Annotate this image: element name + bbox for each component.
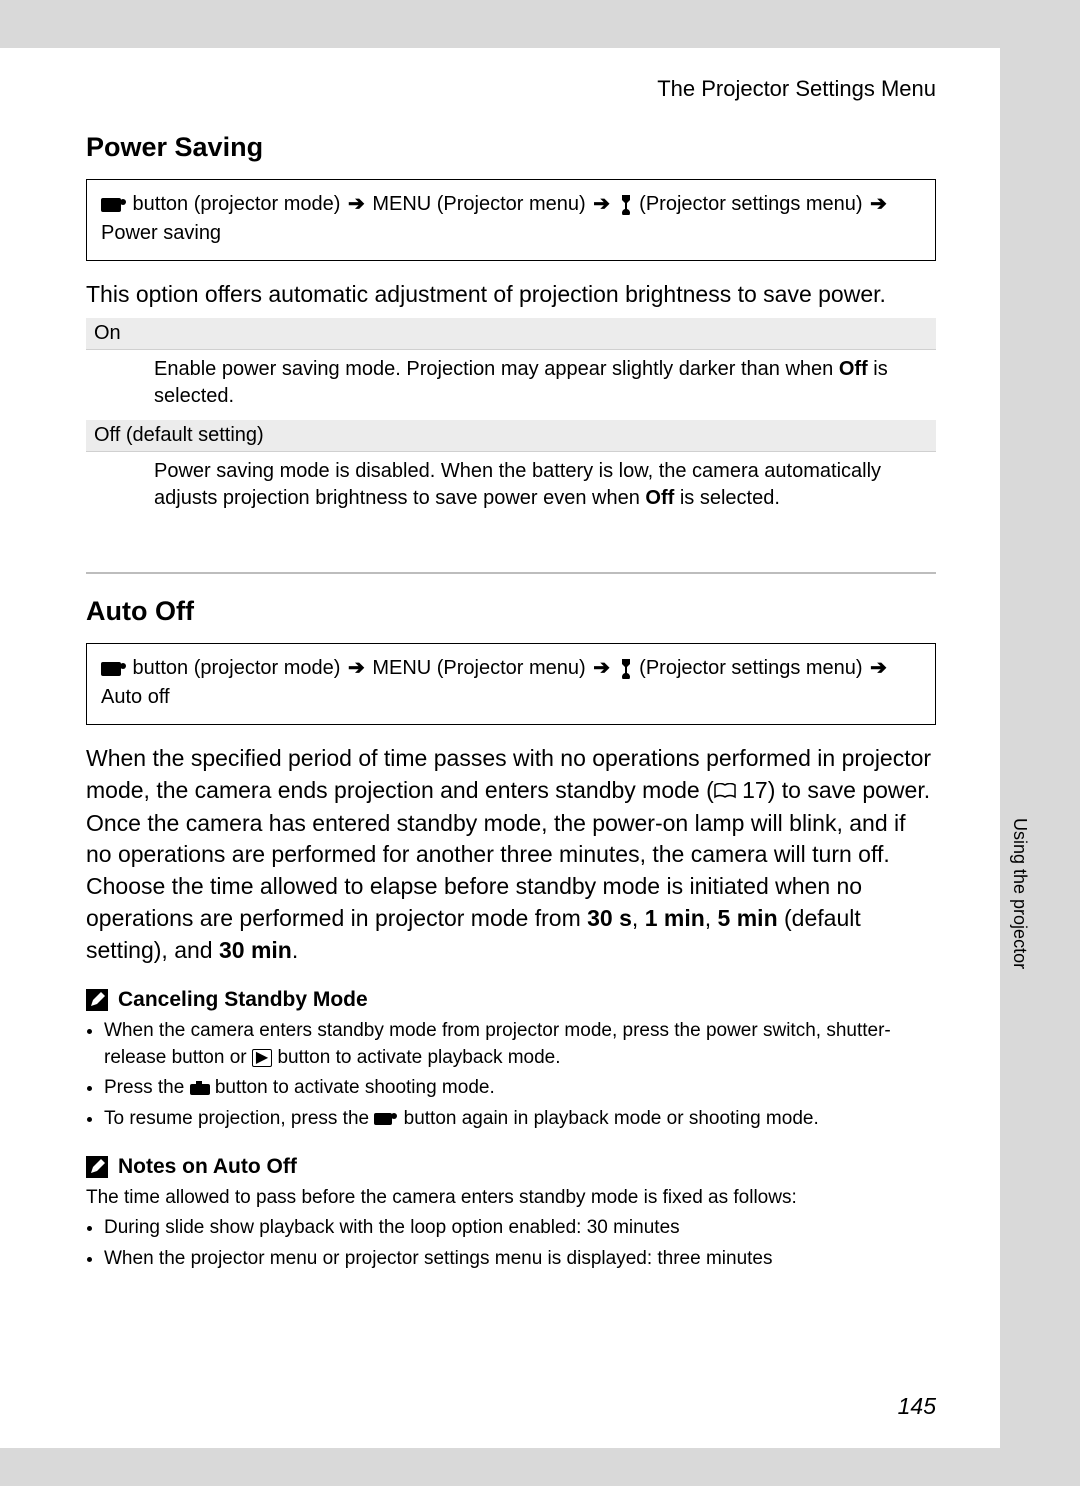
list-item: When the projector menu or projector set…: [104, 1246, 936, 1273]
camera-icon: [190, 1081, 210, 1095]
menu-label: MENU: [372, 657, 431, 679]
playback-button-icon: ▶: [252, 1049, 272, 1067]
option-desc: Power saving mode is disabled. When the …: [86, 452, 936, 523]
projector-button-icon: [101, 196, 127, 214]
list-item: When the camera enters standby mode from…: [104, 1018, 936, 1071]
list-item: During slide show playback with the loop…: [104, 1215, 936, 1242]
arrow-icon: ➔: [593, 190, 610, 219]
arrow-icon: ➔: [870, 654, 887, 683]
option-label: On: [86, 318, 936, 350]
list-item: Press the button to activate shooting mo…: [104, 1075, 936, 1102]
subheading-cancel-standby: Canceling Standby Mode: [86, 988, 936, 1012]
options-table: On Enable power saving mode. Projection …: [86, 318, 936, 522]
settings-wrench-icon: [618, 659, 634, 679]
section-side-label: Using the projector: [1009, 818, 1030, 969]
note-pencil-icon: [86, 989, 108, 1011]
list-item: To resume projection, press the button a…: [104, 1106, 936, 1133]
arrow-icon: ➔: [348, 654, 365, 683]
power-saving-intro: This option offers automatic adjustment …: [86, 279, 936, 310]
settings-wrench-icon: [618, 195, 634, 215]
heading-power-saving: Power Saving: [86, 132, 936, 163]
subheading-notes-auto-off: Notes on Auto Off: [86, 1155, 936, 1179]
cancel-standby-list: When the camera enters standby mode from…: [86, 1018, 936, 1132]
running-head: The Projector Settings Menu: [86, 76, 936, 102]
arrow-icon: ➔: [870, 190, 887, 219]
notes-auto-off-list: During slide show playback with the loop…: [86, 1215, 936, 1272]
nav-path-auto-off: button (projector mode) ➔ MENU (Projecto…: [86, 643, 936, 725]
menu-label: MENU: [372, 193, 431, 215]
arrow-icon: ➔: [593, 654, 610, 683]
arrow-icon: ➔: [348, 190, 365, 219]
section-divider: [86, 572, 936, 574]
note-pencil-icon: [86, 1156, 108, 1178]
option-desc: Enable power saving mode. Projection may…: [86, 350, 936, 421]
heading-auto-off: Auto Off: [86, 596, 936, 627]
projector-button-icon: [101, 660, 127, 678]
page-number: 145: [898, 1393, 936, 1420]
notes-auto-off-intro: The time allowed to pass before the came…: [86, 1185, 936, 1212]
manual-page: Using the projector The Projector Settin…: [0, 48, 1000, 1448]
option-label: Off (default setting): [86, 420, 936, 452]
nav-path-power-saving: button (projector mode) ➔ MENU (Projecto…: [86, 179, 936, 261]
projector-button-icon: [374, 1111, 398, 1127]
page-ref-icon: [714, 776, 736, 808]
auto-off-paragraph: When the specified period of time passes…: [86, 743, 936, 966]
